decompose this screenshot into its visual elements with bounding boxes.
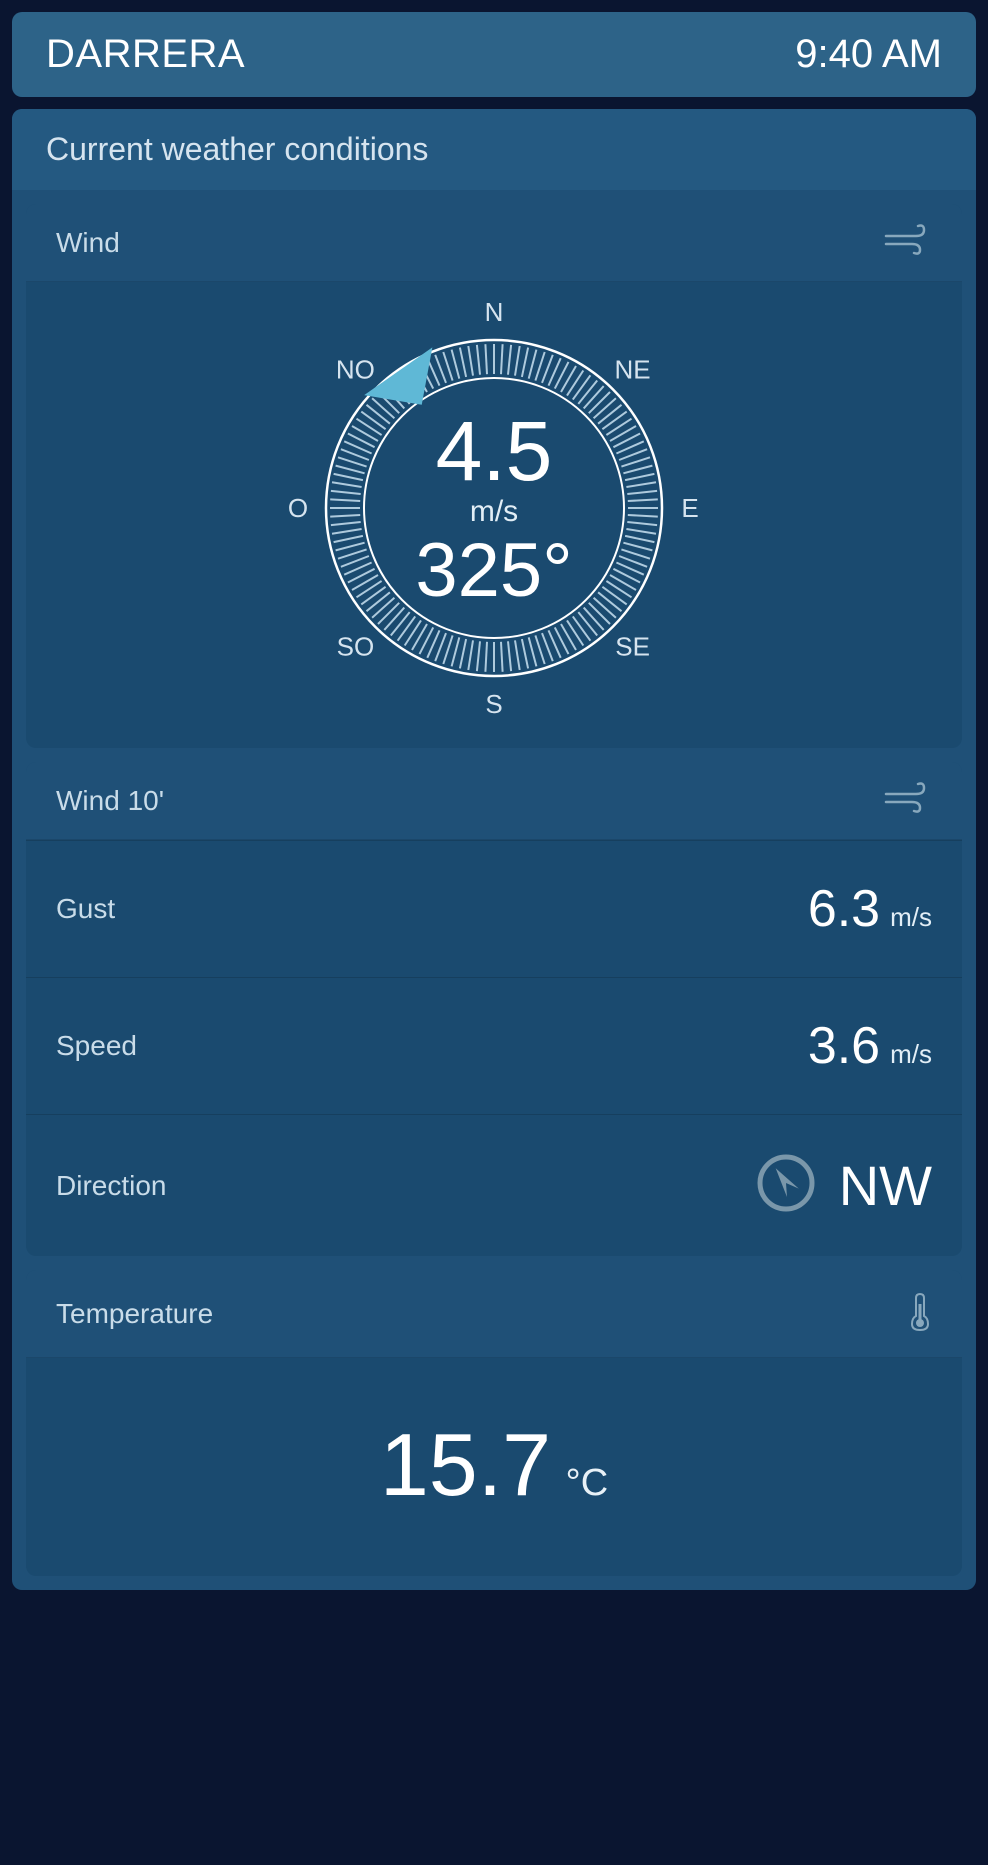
direction-label: Direction bbox=[56, 1170, 166, 1202]
direction-row: Direction NW bbox=[26, 1114, 962, 1256]
svg-text:E: E bbox=[681, 493, 698, 523]
temperature-panel-header: Temperature bbox=[26, 1270, 962, 1358]
wind-panel-title: Wind bbox=[56, 227, 120, 259]
temperature-panel: Temperature 15.7 °C bbox=[26, 1270, 962, 1576]
wind10-panel: Wind 10' Gust 6.3 m/s Speed 3.6 m/s Di bbox=[26, 762, 962, 1256]
gust-value: 6.3 m/s bbox=[808, 879, 932, 939]
temperature-value: 15.7 bbox=[380, 1414, 551, 1516]
svg-text:O: O bbox=[288, 493, 308, 523]
temperature-readout: 15.7 °C bbox=[26, 1358, 962, 1576]
gust-label: Gust bbox=[56, 893, 115, 925]
header-bar: DARRERA 9:40 AM bbox=[12, 12, 976, 97]
current-time: 9:40 AM bbox=[795, 32, 942, 77]
wind-compass: N NE E SE S SO O NO 4.5 m/s 325° bbox=[26, 282, 962, 748]
compass-center-readout: 4.5 m/s 325° bbox=[415, 409, 572, 609]
svg-text:N: N bbox=[485, 298, 504, 327]
speed-label: Speed bbox=[56, 1030, 137, 1062]
svg-text:SE: SE bbox=[615, 631, 650, 661]
thermometer-icon bbox=[908, 1290, 932, 1337]
svg-text:S: S bbox=[485, 689, 502, 718]
wind-direction-degrees: 325° bbox=[415, 533, 572, 609]
wind-icon bbox=[882, 224, 932, 261]
speed-row: Speed 3.6 m/s bbox=[26, 977, 962, 1114]
wind-speed-unit: m/s bbox=[415, 495, 572, 529]
wind-icon bbox=[882, 782, 932, 819]
temperature-unit: °C bbox=[566, 1462, 609, 1504]
wind10-panel-header: Wind 10' bbox=[26, 762, 962, 840]
wind-panel: Wind N NE E SE S SO O NO 4.5 m/s bbox=[26, 204, 962, 748]
section-title: Current weather conditions bbox=[12, 109, 976, 190]
wind-panel-header: Wind bbox=[26, 204, 962, 282]
wind-speed-value: 4.5 bbox=[415, 409, 572, 493]
temperature-panel-title: Temperature bbox=[56, 1298, 213, 1330]
svg-text:NE: NE bbox=[615, 354, 651, 384]
speed-value: 3.6 m/s bbox=[808, 1016, 932, 1076]
wind10-panel-title: Wind 10' bbox=[56, 785, 164, 817]
current-conditions-section: Current weather conditions Wind N NE E SE S S… bbox=[12, 109, 976, 1590]
svg-text:NO: NO bbox=[336, 354, 375, 384]
svg-text:SO: SO bbox=[337, 631, 375, 661]
direction-value: NW bbox=[757, 1153, 932, 1218]
direction-arrow-icon bbox=[757, 1154, 815, 1217]
gust-row: Gust 6.3 m/s bbox=[26, 840, 962, 977]
station-name: DARRERA bbox=[46, 32, 245, 77]
